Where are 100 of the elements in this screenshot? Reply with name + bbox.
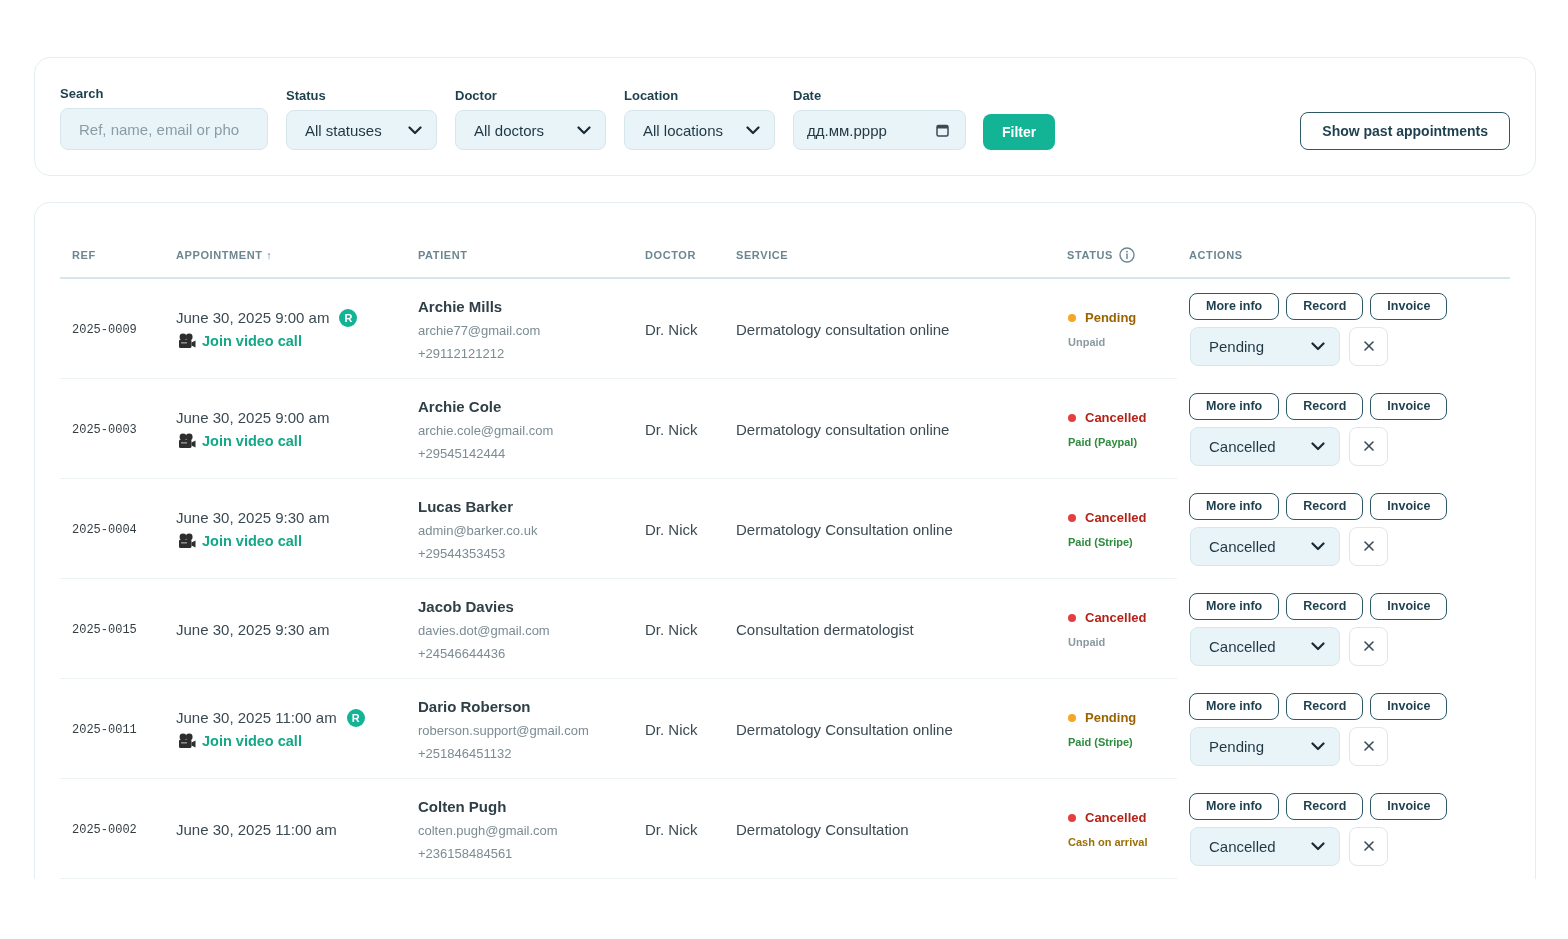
letter-badge: R	[346, 708, 365, 727]
action-button[interactable]: Record	[1286, 792, 1364, 820]
dropdown-select[interactable]: All locations	[624, 110, 775, 150]
patient-phone: +29544353453	[418, 544, 506, 563]
doctor-name: Dr. Nick	[645, 821, 698, 838]
action-button[interactable]: More info	[1189, 492, 1280, 520]
column-header: STATUS	[1067, 248, 1113, 261]
field-label: Search	[60, 86, 105, 102]
chevron-down-icon	[577, 125, 591, 135]
close-icon	[1363, 541, 1374, 551]
close-button[interactable]	[1349, 326, 1388, 366]
patient-email: archie.cole@gmail.com	[418, 421, 554, 440]
patient-name: Archie Cole	[418, 396, 502, 417]
column-header: PATIENT	[418, 248, 468, 261]
status-select[interactable]: Cancelled	[1190, 526, 1340, 566]
chevron-down-icon	[1311, 741, 1325, 751]
dropdown-select[interactable]: All statuses	[286, 110, 437, 150]
column-header: ACTIONS	[1189, 248, 1243, 261]
action-button[interactable]: Invoice	[1370, 292, 1448, 320]
patient-name: Jacob Davies	[418, 596, 514, 617]
reference-number: 2025-0011	[72, 722, 137, 737]
chevron-down-icon	[1311, 641, 1325, 651]
video-camera-icon	[178, 433, 196, 449]
status-select[interactable]: Pending	[1190, 726, 1340, 766]
chevron-down-icon	[1311, 441, 1325, 451]
action-button[interactable]: Record	[1286, 492, 1364, 520]
close-button[interactable]	[1349, 426, 1388, 466]
action-button[interactable]: Invoice	[1370, 592, 1448, 620]
action-button[interactable]: More info	[1189, 392, 1280, 420]
chevron-down-icon	[408, 125, 422, 135]
doctor-name: Dr. Nick	[645, 321, 698, 338]
calendar-icon[interactable]	[936, 124, 949, 137]
field-label: Status	[286, 88, 327, 104]
patient-phone: +29545142444	[418, 444, 506, 463]
close-icon	[1363, 841, 1374, 851]
date-field[interactable]: дд.мм.рррр	[793, 110, 966, 150]
action-button[interactable]: More info	[1189, 692, 1280, 720]
service-name: Consultation dermatologist	[736, 621, 914, 638]
column-header: DOCTOR	[645, 248, 697, 261]
patient-name: Colten Pugh	[418, 796, 507, 817]
patient-email: davies.dot@gmail.com	[418, 621, 550, 640]
chevron-down-icon	[1311, 341, 1325, 351]
column-header: SERVICE	[736, 248, 789, 261]
action-button[interactable]: Invoice	[1370, 692, 1448, 720]
status-label: Cancelled	[1085, 808, 1147, 827]
action-button[interactable]: More info	[1189, 792, 1280, 820]
appointment-date: June 30, 2025 9:30 am	[176, 508, 330, 528]
show-past-button[interactable]: Show past appointments	[1300, 112, 1510, 150]
status-select[interactable]: Cancelled	[1190, 626, 1340, 666]
search-field[interactable]: Ref, name, email or pho	[60, 108, 268, 150]
status-select[interactable]: Cancelled	[1190, 826, 1340, 866]
patient-name: Lucas Barker	[418, 496, 514, 517]
dropdown-select[interactable]: All doctors	[455, 110, 606, 150]
payment-status: Unpaid	[1068, 334, 1106, 350]
video-camera-icon	[178, 533, 196, 549]
appointment-date: June 30, 2025 11:00 am	[176, 820, 337, 840]
status-label: Cancelled	[1085, 608, 1147, 627]
info-icon[interactable]	[1118, 246, 1135, 263]
patient-email: admin@barker.co.uk	[418, 521, 538, 540]
action-button[interactable]: Record	[1286, 692, 1364, 720]
service-name: Dermatology consultation online	[736, 321, 950, 338]
patient-name: Archie Mills	[418, 296, 503, 317]
close-button[interactable]	[1349, 526, 1388, 566]
column-header[interactable]: APPOINTMENT ↑	[176, 248, 273, 261]
video-camera-icon	[178, 733, 196, 749]
service-name: Dermatology Consultation online	[736, 521, 953, 538]
chevron-down-icon	[746, 125, 760, 135]
payment-status: Cash on arrival	[1068, 834, 1148, 850]
doctor-name: Dr. Nick	[645, 421, 698, 438]
action-button[interactable]: Invoice	[1370, 792, 1448, 820]
appointment-date: June 30, 2025 11:00 am	[176, 708, 337, 728]
status-select[interactable]: Cancelled	[1190, 426, 1340, 466]
close-button[interactable]	[1349, 726, 1388, 766]
service-name: Dermatology Consultation	[736, 821, 909, 838]
chevron-down-icon	[1311, 841, 1325, 851]
field-label: Doctor	[455, 88, 498, 104]
status-select[interactable]: Pending	[1190, 326, 1340, 366]
doctor-name: Dr. Nick	[645, 521, 698, 538]
payment-status: Paid (Stripe)	[1068, 734, 1133, 750]
patient-phone: +251846451132	[418, 744, 512, 763]
status-label: Pending	[1085, 308, 1137, 327]
action-button[interactable]: Invoice	[1370, 392, 1448, 420]
action-button[interactable]: Invoice	[1370, 492, 1448, 520]
close-icon	[1363, 741, 1374, 751]
close-icon	[1363, 641, 1374, 651]
action-button[interactable]: More info	[1189, 292, 1280, 320]
letter-badge: R	[339, 308, 358, 327]
close-button[interactable]	[1349, 626, 1388, 666]
action-button[interactable]: Record	[1286, 392, 1364, 420]
patient-email: archie77@gmail.com	[418, 321, 541, 340]
action-button[interactable]: More info	[1189, 592, 1280, 620]
patient-phone: +29112121212	[418, 344, 505, 363]
action-button[interactable]: Record	[1286, 592, 1364, 620]
video-camera-icon	[178, 333, 196, 349]
status-label: Pending	[1085, 708, 1137, 727]
close-icon	[1363, 441, 1374, 451]
action-button[interactable]: Record	[1286, 292, 1364, 320]
patient-phone: +236158484561	[418, 844, 513, 863]
close-button[interactable]	[1349, 826, 1388, 866]
payment-status: Paid (Stripe)	[1068, 534, 1133, 550]
